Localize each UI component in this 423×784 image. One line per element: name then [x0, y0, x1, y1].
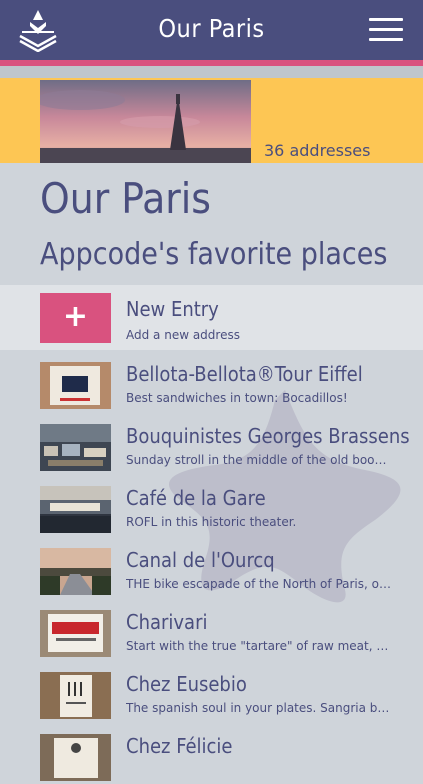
place-title: Chez Eusebio [126, 672, 247, 696]
new-entry-button[interactable]: + [40, 293, 111, 343]
place-thumbnail [40, 486, 111, 533]
new-entry-row[interactable]: + New Entry Add a new address [0, 285, 423, 350]
place-thumbnail [40, 362, 111, 409]
place-subtitle: THE bike escapade of the North of Paris,… [126, 577, 391, 591]
list-item[interactable]: Chez Félicie [0, 722, 423, 784]
address-count: 36 addresses [264, 141, 371, 160]
list-item[interactable]: Bellota-Bellota®Tour Eiffel Best sandwic… [0, 350, 423, 412]
plus-icon: + [62, 299, 89, 334]
hamburger-menu-button[interactable] [369, 18, 403, 42]
place-subtitle: Best sandwiches in town: Bocadillos! [126, 391, 348, 405]
place-title: Canal de l'Ourcq [126, 548, 275, 572]
place-title: Charivari [126, 610, 208, 634]
place-thumbnail [40, 424, 111, 471]
place-thumbnail [40, 672, 111, 719]
eiffel-tower-photo [40, 80, 251, 163]
place-subtitle: The spanish soul in your plates. Sangria… [126, 701, 391, 715]
place-thumbnail [40, 734, 111, 781]
place-title: Bellota-Bellota®Tour Eiffel [126, 362, 363, 386]
page-subtitle: Appcode's favorite places [40, 237, 388, 272]
new-entry-subtitle: Add a new address [126, 328, 240, 342]
nav-bar: Our Paris [0, 0, 423, 60]
new-entry-title: New Entry [126, 297, 219, 321]
nav-title: Our Paris [158, 14, 265, 43]
place-thumbnail [40, 610, 111, 657]
list-item[interactable]: Charivari Start with the true "tartare" … [0, 598, 423, 660]
list-item[interactable]: Canal de l'Ourcq THE bike escapade of th… [0, 536, 423, 598]
list-item[interactable]: Chez Eusebio The spanish soul in your pl… [0, 660, 423, 722]
places-list: + New Entry Add a new address Bellota-Be… [0, 285, 423, 784]
place-thumbnail [40, 548, 111, 595]
page-title: Our Paris [40, 174, 211, 223]
nav-divider-secondary [0, 66, 423, 78]
list-item[interactable]: Bouquinistes Georges Brassens Sunday str… [0, 412, 423, 474]
place-title: Chez Félicie [126, 734, 233, 758]
place-subtitle: Start with the true "tartare" of raw mea… [126, 639, 391, 653]
list-item[interactable]: Café de la Gare ROFL in this historic th… [0, 474, 423, 536]
place-subtitle: ROFL in this historic theater. [126, 515, 297, 529]
place-title: Bouquinistes Georges Brassens [126, 424, 410, 448]
place-title: Café de la Gare [126, 486, 266, 510]
place-subtitle: Sunday stroll in the middle of the old b… [126, 453, 391, 467]
